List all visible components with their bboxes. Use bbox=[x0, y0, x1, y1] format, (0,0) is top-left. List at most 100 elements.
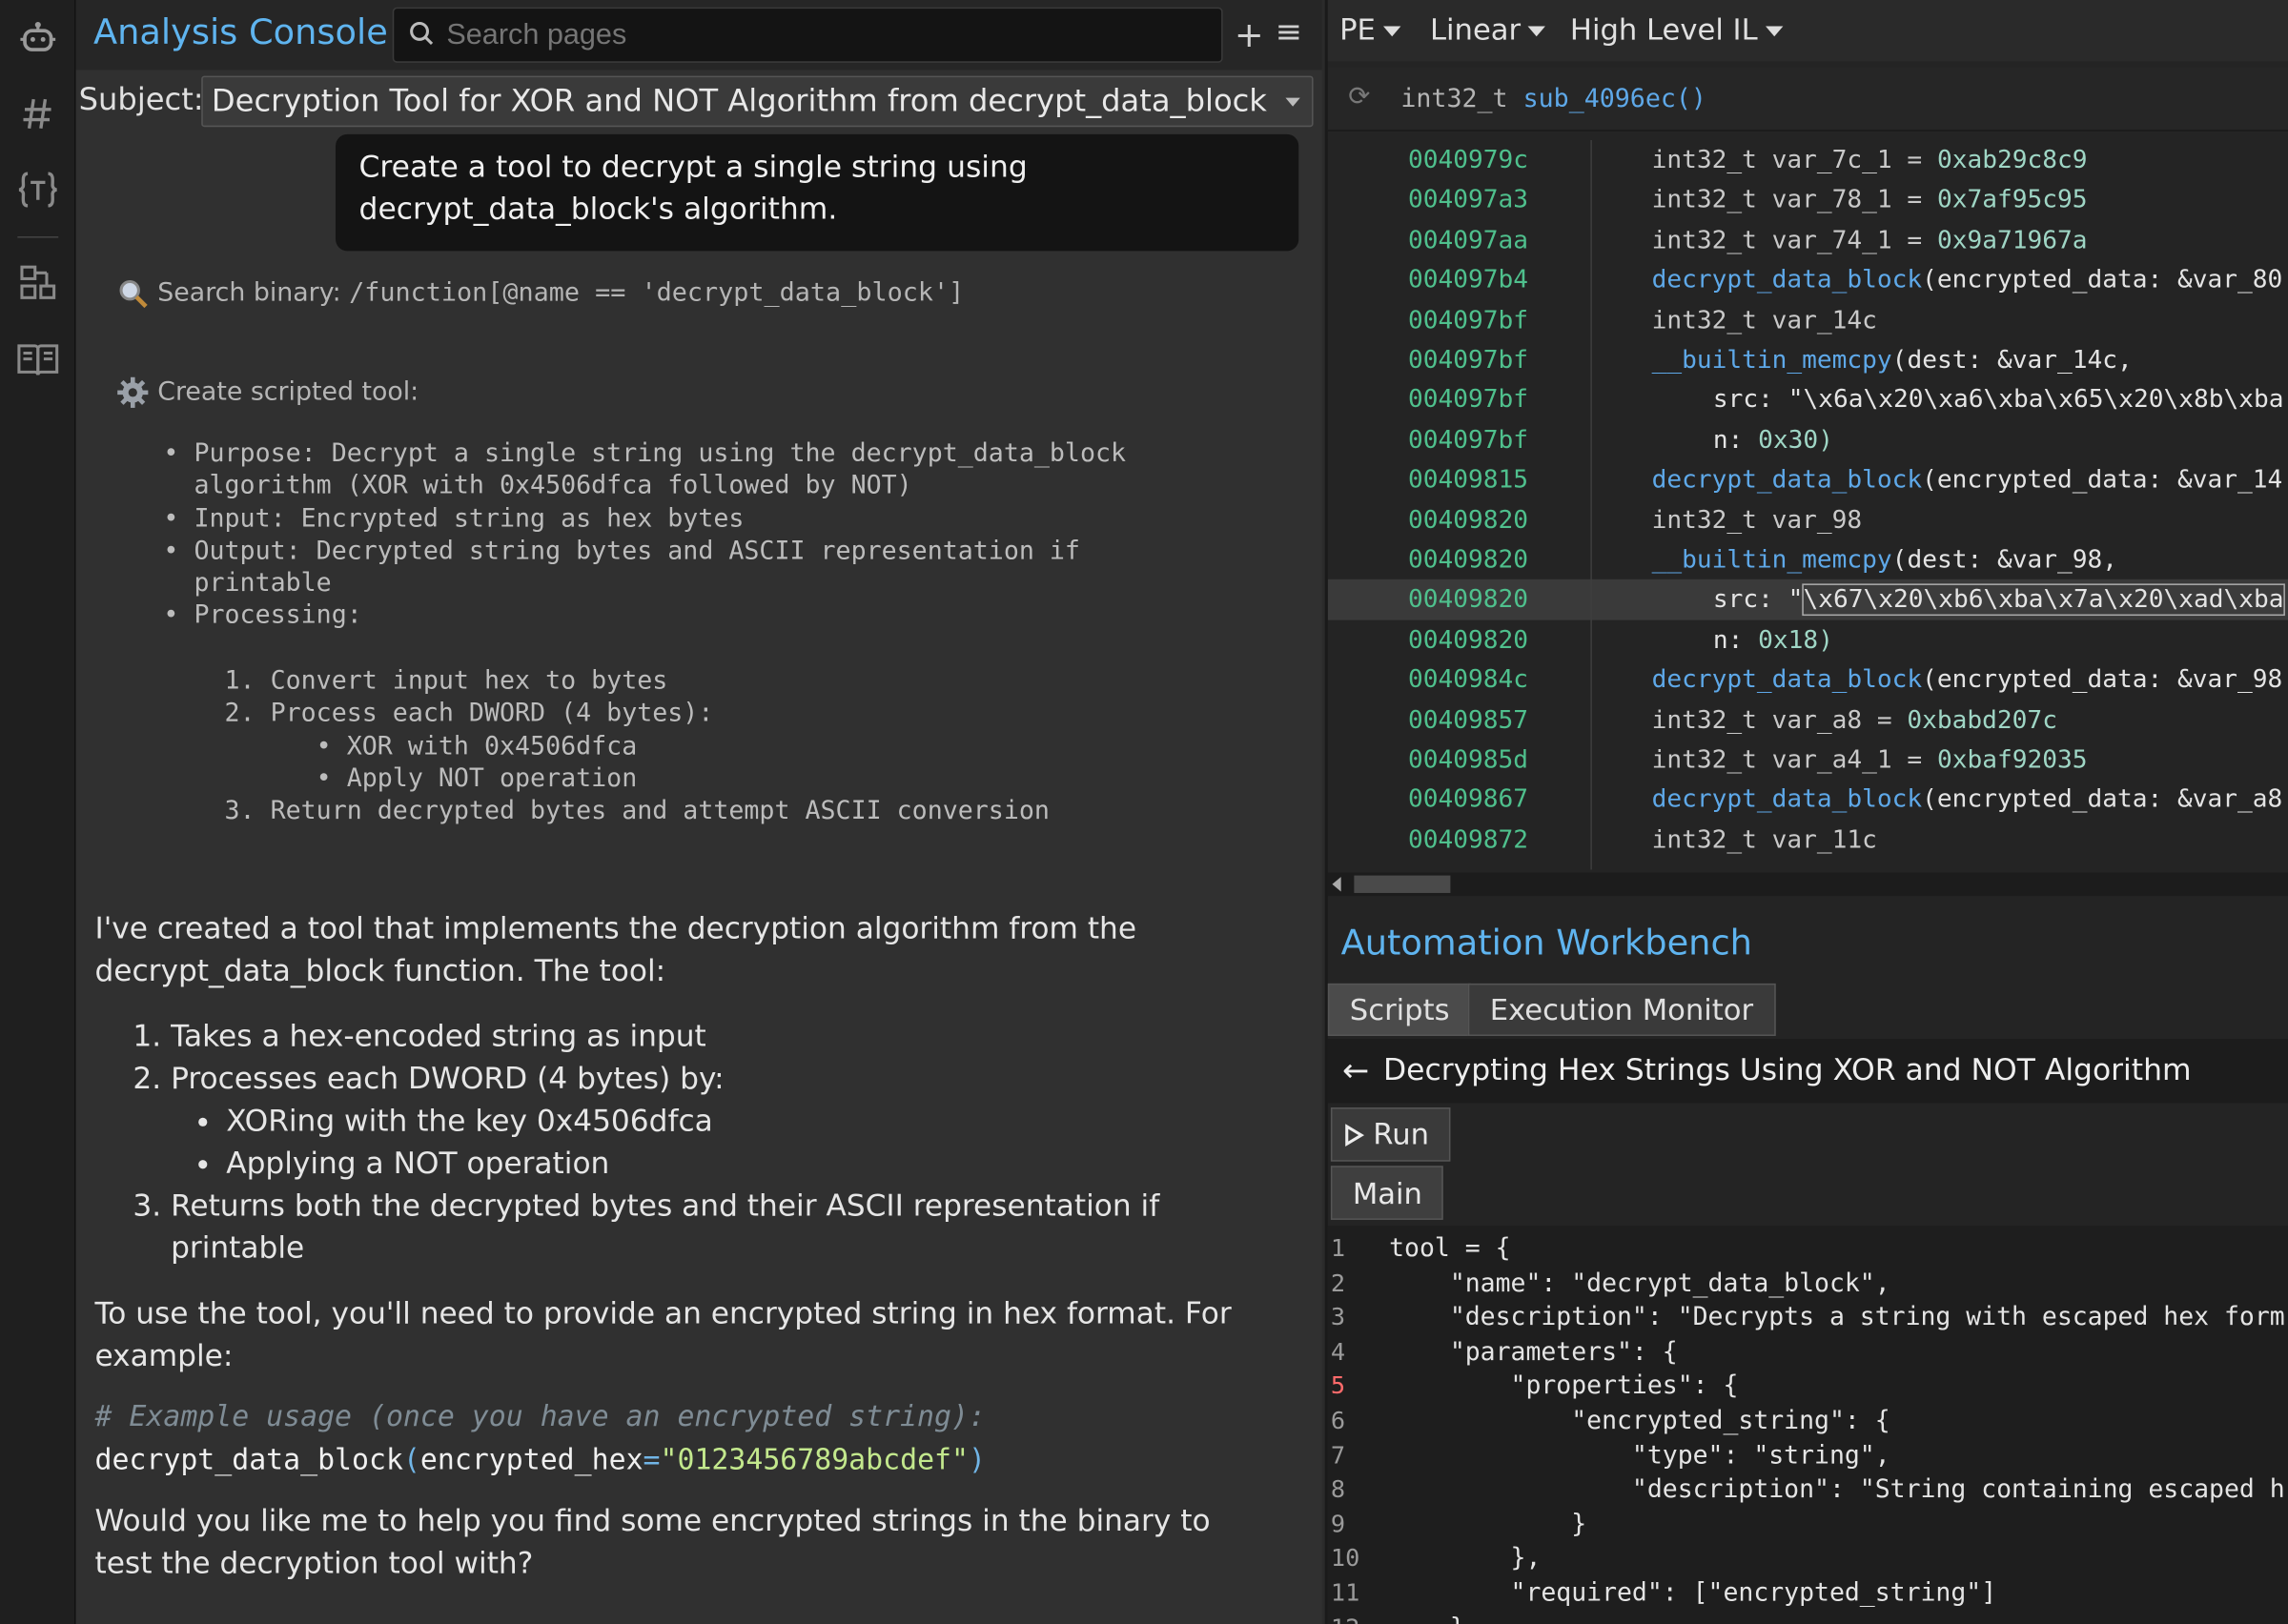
il-row[interactable]: 00409872 int32_t var_11c bbox=[1328, 820, 2288, 860]
il-listing[interactable]: 0040979c int32_t var_7c_1 = 0xab29c8c9 004… bbox=[1327, 139, 2288, 870]
il-row[interactable]: 0040985d int32_t var_a4_1 = 0xbaf92035 bbox=[1328, 740, 2288, 780]
code-example: # Example usage (once you have an encryp… bbox=[94, 1395, 1261, 1483]
il-address[interactable]: 004097bf bbox=[1408, 426, 1528, 456]
il-code[interactable]: src: "\x6a\x20\xa6\xba\x65\x20\x8b\xba bbox=[1713, 386, 2284, 416]
subject-row: Subject: Decryption Tool for XOR and NOT… bbox=[76, 75, 1322, 129]
il-code[interactable]: int32_t var_98 bbox=[1652, 506, 1863, 536]
code-line[interactable]: tool = { bbox=[1389, 1234, 1510, 1264]
il-row[interactable]: 00409820 n: 0x18) bbox=[1328, 619, 2288, 660]
il-address[interactable]: 004097aa bbox=[1408, 226, 1528, 255]
code-line[interactable]: "encrypted_string": { bbox=[1389, 1407, 1890, 1436]
il-code[interactable]: __builtin_memcpy(dest: &var_98, bbox=[1652, 546, 2117, 576]
il-code[interactable]: decrypt_data_block(encrypted_data: &var_… bbox=[1652, 665, 2283, 695]
il-address[interactable]: 0040984c bbox=[1408, 665, 1528, 695]
il-code[interactable]: n: 0x18) bbox=[1713, 625, 1833, 655]
il-address[interactable]: 00409820 bbox=[1408, 506, 1528, 536]
il-code[interactable]: int32_t var_74_1 = 0x9a71967a bbox=[1652, 226, 2088, 255]
il-row[interactable]: 004097bf __builtin_memcpy(dest: &var_14c, bbox=[1328, 340, 2288, 380]
il-row[interactable]: 00409820 src: "\x67\x20\xb6\xba\x7a\x20\x… bbox=[1327, 579, 2288, 620]
back-arrow-icon[interactable]: ← bbox=[1342, 1053, 1369, 1089]
scroll-left-icon[interactable] bbox=[1332, 877, 1341, 892]
tab-execution-monitor[interactable]: Execution Monitor bbox=[1467, 983, 1776, 1037]
il-row[interactable]: 0040979c int32_t var_7c_1 = 0xab29c8c9 bbox=[1328, 140, 2288, 180]
il-address[interactable]: 00409872 bbox=[1408, 825, 1528, 855]
il-row[interactable]: 00409820 __builtin_memcpy(dest: &var_98, bbox=[1328, 539, 2288, 579]
code-line[interactable]: "properties": { bbox=[1389, 1372, 1739, 1402]
code-line[interactable]: "type": "string", bbox=[1389, 1441, 1890, 1471]
il-level-dropdown[interactable]: High Level IL bbox=[1570, 11, 1783, 47]
il-row[interactable]: 004097bf n: 0x30) bbox=[1328, 420, 2288, 460]
il-code[interactable]: int32_t var_7c_1 = 0xab29c8c9 bbox=[1652, 146, 2088, 175]
scroll-thumb[interactable] bbox=[1354, 875, 1451, 893]
code-line[interactable]: } bbox=[1389, 1510, 1586, 1539]
subject-select[interactable]: Decryption Tool for XOR and NOT Algorith… bbox=[201, 75, 1314, 128]
menu-icon[interactable]: ≡ bbox=[1276, 14, 1302, 51]
il-code[interactable]: decrypt_data_block(encrypted_data: &var_… bbox=[1652, 266, 2283, 295]
il-code[interactable]: int32_t var_a4_1 = 0xbaf92035 bbox=[1652, 745, 2088, 775]
il-address[interactable]: 00409815 bbox=[1408, 466, 1528, 496]
subject-label: Subject: bbox=[78, 81, 204, 117]
il-address[interactable]: 00409820 bbox=[1408, 546, 1528, 576]
add-button[interactable]: + bbox=[1235, 14, 1264, 55]
il-address[interactable]: 00409820 bbox=[1408, 625, 1528, 655]
code-paren: ( bbox=[402, 1443, 420, 1477]
il-address[interactable]: 004097bf bbox=[1408, 346, 1528, 376]
il-row[interactable]: 004097bf int32_t var_14c bbox=[1328, 300, 2288, 340]
code-line[interactable]: "required": ["encrypted_string"] bbox=[1389, 1579, 1997, 1609]
il-code[interactable]: int32_t var_78_1 = 0x7af95c95 bbox=[1652, 186, 2088, 215]
il-row[interactable]: 004097aa int32_t var_74_1 = 0x9a71967a bbox=[1328, 220, 2288, 260]
code-line[interactable]: "description": "Decrypts a string with e… bbox=[1389, 1303, 2285, 1332]
il-address[interactable]: 004097a3 bbox=[1408, 186, 1528, 215]
il-row[interactable]: 00409815 decrypt_data_block(encrypted_dat… bbox=[1328, 460, 2288, 500]
il-address[interactable]: 004097b4 bbox=[1408, 266, 1528, 295]
code-line[interactable]: "name": "decrypt_data_block", bbox=[1389, 1269, 1890, 1298]
il-row[interactable]: 00409857 int32_t var_a8 = 0xbabd207c bbox=[1328, 700, 2288, 740]
il-code[interactable]: decrypt_data_block(encrypted_data: &var_… bbox=[1652, 466, 2283, 496]
layout-dropdown[interactable]: Linear bbox=[1430, 11, 1546, 47]
il-row[interactable]: 004097a3 int32_t var_78_1 = 0x7af95c95 bbox=[1328, 180, 2288, 220]
il-row[interactable]: 004097b4 decrypt_data_block(encrypted_dat… bbox=[1328, 260, 2288, 300]
il-code[interactable]: int32_t var_a8 = 0xbabd207c bbox=[1652, 705, 2057, 735]
robot-icon[interactable] bbox=[11, 11, 64, 64]
il-address[interactable]: 004097bf bbox=[1408, 306, 1528, 335]
braces-icon[interactable] bbox=[11, 163, 64, 215]
code-line[interactable]: }, bbox=[1389, 1544, 1542, 1573]
il-address[interactable]: 0040985d bbox=[1408, 745, 1528, 775]
book-icon[interactable] bbox=[11, 333, 64, 385]
refresh-icon[interactable]: ⟳ bbox=[1348, 82, 1370, 112]
format-dropdown[interactable]: PE bbox=[1339, 11, 1400, 47]
il-address[interactable]: 00409867 bbox=[1408, 785, 1528, 815]
reply-substep: Applying a NOT operation bbox=[226, 1143, 1262, 1185]
il-address[interactable]: 004097bf bbox=[1408, 386, 1528, 416]
il-address[interactable]: 0040979c bbox=[1408, 146, 1528, 175]
horizontal-scrollbar[interactable] bbox=[1327, 872, 2288, 897]
il-address[interactable]: 00409857 bbox=[1408, 705, 1528, 735]
graph-icon[interactable] bbox=[11, 256, 64, 309]
hash-icon[interactable] bbox=[11, 88, 64, 140]
code-line[interactable]: } bbox=[1389, 1614, 1465, 1624]
chevron-down-icon bbox=[1527, 26, 1546, 37]
il-row[interactable]: 004097bf src: "\x6a\x20\xa6\xba\x65\x20\x… bbox=[1328, 380, 2288, 420]
il-address[interactable]: 00409820 bbox=[1408, 586, 1528, 616]
il-code[interactable]: int32_t var_11c bbox=[1652, 825, 1877, 855]
search-input[interactable] bbox=[446, 14, 1206, 56]
magnifier-icon bbox=[116, 277, 149, 310]
il-code[interactable]: src: "\x67\x20\xb6\xba\x7a\x20\xad\xba bbox=[1713, 583, 2286, 617]
reply-substep: XORing with the key 0x4506dfca bbox=[226, 1100, 1262, 1142]
function-name[interactable]: sub_4096ec() bbox=[1523, 85, 1706, 114]
code-line[interactable]: "description": "String containing escape… bbox=[1389, 1475, 2285, 1505]
il-level-label: High Level IL bbox=[1569, 11, 1758, 47]
il-code[interactable]: decrypt_data_block(encrypted_data: &var_… bbox=[1652, 785, 2283, 815]
tab-scripts[interactable]: Scripts bbox=[1327, 983, 1472, 1037]
il-code[interactable]: int32_t var_14c bbox=[1652, 306, 1877, 335]
il-row[interactable]: 0040984c decrypt_data_block(encrypted_dat… bbox=[1328, 660, 2288, 700]
search-box[interactable] bbox=[392, 7, 1223, 63]
il-code[interactable]: n: 0x30) bbox=[1713, 426, 1833, 456]
tab-main[interactable]: Main bbox=[1330, 1166, 1443, 1220]
code-editor[interactable]: 1 tool = {2 "name": "decrypt_data_block",… bbox=[1327, 1226, 2288, 1624]
il-row[interactable]: 00409867 decrypt_data_block(encrypted_dat… bbox=[1328, 780, 2288, 820]
il-code[interactable]: __builtin_memcpy(dest: &var_14c, bbox=[1652, 346, 2133, 376]
il-row[interactable]: 00409820 int32_t var_98 bbox=[1328, 500, 2288, 540]
run-button[interactable]: Run bbox=[1330, 1107, 1451, 1162]
code-line[interactable]: "parameters": { bbox=[1389, 1338, 1678, 1368]
